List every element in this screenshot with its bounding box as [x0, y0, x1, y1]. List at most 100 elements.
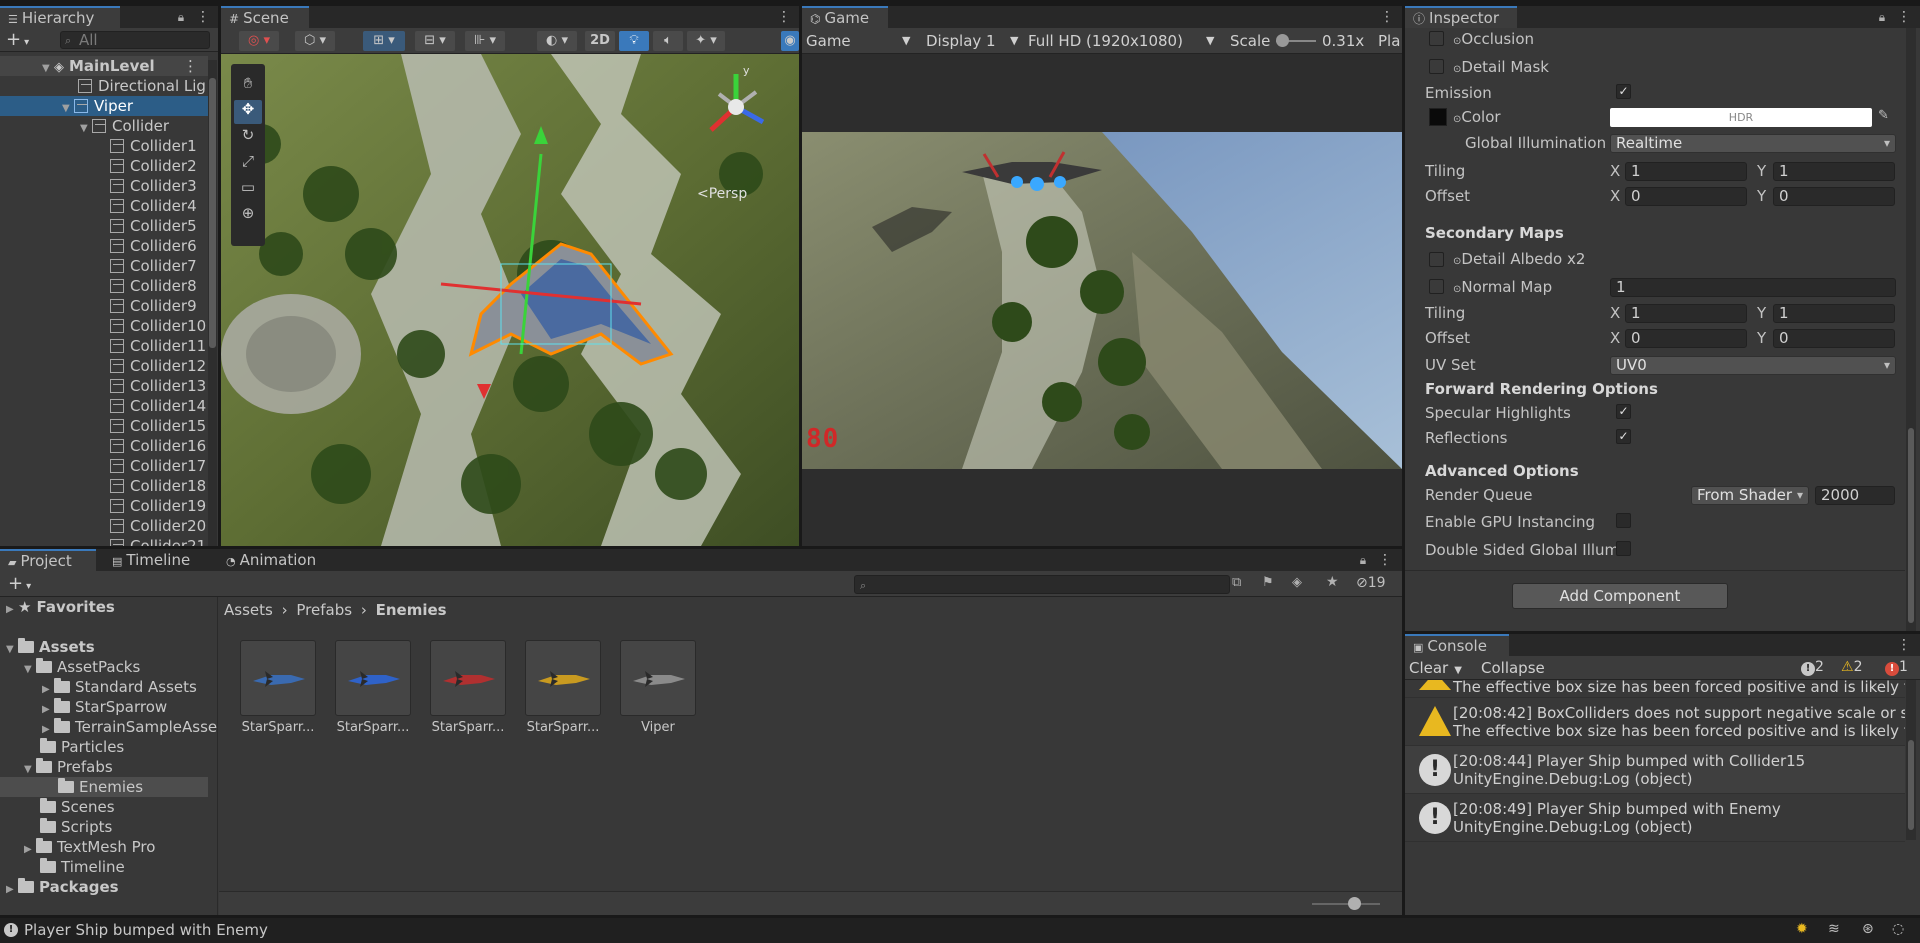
render-queue-source-dropdown[interactable]: From Shader [1691, 486, 1809, 505]
game-mode-dropdown[interactable]: Game ▼ [806, 28, 916, 54]
scene-menu-button[interactable]: ⋮ [777, 8, 791, 26]
specular-highlights-checkbox[interactable]: ✓ [1616, 404, 1631, 419]
normal-map-scale-input[interactable]: 1 [1610, 278, 1896, 297]
rect-tool-icon[interactable]: ▭ [234, 178, 262, 202]
error-filter-toggle[interactable]: ! 1 [1885, 659, 1908, 676]
status-message[interactable]: Player Ship bumped with Enemy [24, 921, 268, 939]
cache-server-icon[interactable]: ≋ [1828, 921, 1840, 937]
tiling2-y-input[interactable]: 1 [1773, 304, 1895, 323]
uv-set-dropdown[interactable]: UV0 [1610, 356, 1896, 375]
hierarchy-item[interactable]: Collider7 [0, 256, 208, 276]
tiling-x-input[interactable]: 1 [1625, 162, 1747, 181]
resolution-dropdown[interactable]: Full HD (1920x1080) ▼ [1028, 28, 1222, 54]
gpu-instancing-checkbox[interactable] [1616, 513, 1631, 528]
scene-camera-button[interactable]: ⬡ ▾ [295, 31, 335, 51]
scale-slider-thumb[interactable] [1276, 34, 1289, 47]
rotate-tool-icon[interactable]: ↻ [234, 126, 262, 150]
detail-mask-slot[interactable] [1429, 59, 1444, 74]
progress-icon[interactable]: ◌ [1892, 921, 1904, 937]
tab-scene[interactable]: # Scene [221, 6, 309, 28]
prefab-thumbnail[interactable] [335, 640, 411, 716]
tab-hierarchy[interactable]: ☰ Hierarchy [0, 6, 120, 28]
hierarchy-item[interactable]: Collider6 [0, 236, 208, 256]
thumbnail-size-slider-thumb[interactable] [1348, 897, 1361, 910]
reflections-checkbox[interactable]: ✓ [1616, 429, 1631, 444]
tab-console[interactable]: ▣ Console [1405, 634, 1509, 656]
hierarchy-item[interactable]: Collider17 [0, 456, 208, 476]
game-menu-button[interactable]: ⋮ [1380, 8, 1394, 26]
console-row-partial[interactable]: The effective box size has been forced p… [1405, 680, 1905, 698]
hierarchy-item[interactable]: Collider19 [0, 496, 208, 516]
scene-menu-icon[interactable]: ⋮ [183, 56, 198, 76]
detail-albedo-slot[interactable] [1429, 252, 1444, 267]
console-menu-button[interactable]: ⋮ [1897, 636, 1911, 654]
double-sided-gi-checkbox[interactable] [1616, 541, 1631, 556]
hierarchy-item[interactable]: Collider21 [0, 536, 208, 546]
lighting-toggle-icon[interactable]: 💡︎ [619, 31, 649, 51]
eyedropper-icon[interactable]: ✎ [1878, 108, 1889, 123]
effects-toggle-icon[interactable]: ✦ ▾ [687, 31, 725, 51]
display-dropdown[interactable]: Display 1 ▼ [926, 28, 1024, 54]
offset-x-input[interactable]: 0 [1625, 187, 1747, 206]
hierarchy-item[interactable]: Collider11 [0, 336, 208, 356]
global-illumination-dropdown[interactable]: Realtime [1610, 134, 1896, 153]
tab-game[interactable]: ⌬ Game [802, 6, 888, 28]
offset2-y-input[interactable]: 0 [1773, 329, 1895, 348]
hierarchy-item[interactable]: Collider16 [0, 436, 208, 456]
console-row[interactable]: [20:08:42] BoxColliders does not support… [1405, 698, 1905, 746]
inspector-scrollbar[interactable] [1906, 28, 1916, 631]
hdr-color-field[interactable]: HDR [1610, 108, 1872, 127]
emission-checkbox[interactable]: ✓ [1616, 84, 1631, 99]
hierarchy-item[interactable]: Collider20 [0, 516, 208, 536]
hierarchy-item[interactable]: Collider1 [0, 136, 208, 156]
tiling-y-input[interactable]: 1 [1773, 162, 1895, 181]
play-mode-dropdown[interactable]: Pla [1378, 28, 1400, 54]
scale-tool-icon[interactable]: ⤢ [234, 152, 262, 176]
prefab-thumbnail[interactable] [430, 640, 506, 716]
draw-mode-button[interactable]: ◎ ▾ [239, 31, 279, 51]
hierarchy-scrollbar[interactable] [208, 60, 217, 546]
increment-snap-button[interactable]: ⊪ ▾ [465, 31, 505, 51]
transform-tool-icon[interactable]: ⊕ [234, 204, 262, 228]
hierarchy-item[interactable]: Collider9 [0, 296, 208, 316]
auto-generate-lighting-icon[interactable]: ⊛ [1862, 921, 1874, 937]
hierarchy-item[interactable]: Collider10 [0, 316, 208, 336]
console-scrollbar[interactable] [1906, 680, 1916, 840]
hierarchy-item[interactable]: Collider14 [0, 396, 208, 416]
tiling2-x-input[interactable]: 1 [1625, 304, 1747, 323]
hierarchy-item[interactable]: ▼ Collider [0, 116, 208, 136]
scrollbar-thumb[interactable] [1908, 740, 1914, 830]
toggle-2d-button[interactable]: 2D [585, 31, 615, 51]
hierarchy-menu-button[interactable]: ⋮ [196, 8, 210, 26]
hierarchy-item[interactable]: Collider5 [0, 216, 208, 236]
visibility-toggle-icon[interactable]: ◉ [781, 31, 799, 51]
prefab-thumbnail[interactable] [240, 640, 316, 716]
snap-settings-button[interactable]: ⊟ ▾ [415, 31, 455, 51]
hierarchy-item[interactable]: Collider13 [0, 376, 208, 396]
console-row[interactable]: ! [20:08:49] Player Ship bumped with Ene… [1405, 794, 1905, 842]
warning-filter-toggle[interactable]: ⚠2 [1841, 659, 1862, 675]
add-component-button[interactable]: Add Component [1512, 583, 1728, 609]
offset2-x-input[interactable]: 0 [1625, 329, 1747, 348]
clear-button[interactable]: Clear ▼ [1409, 659, 1462, 677]
hierarchy-item[interactable]: Directional Lig [0, 76, 208, 96]
tab-inspector[interactable]: ⓘ Inspector [1405, 6, 1517, 28]
hierarchy-item[interactable]: Collider12 [0, 356, 208, 376]
scrollbar-thumb[interactable] [209, 78, 216, 348]
prefab-thumbnail[interactable] [525, 640, 601, 716]
hierarchy-item[interactable]: Collider18 [0, 476, 208, 496]
hierarchy-item[interactable]: Collider3 [0, 176, 208, 196]
offset-y-input[interactable]: 0 [1773, 187, 1895, 206]
scene-row[interactable]: ▼ ◈ MainLevel ⋮ [0, 56, 208, 76]
hierarchy-item[interactable]: Collider2 [0, 156, 208, 176]
lock-icon[interactable]: 🔒︎ [174, 9, 188, 25]
shading-mode-button[interactable]: ◐ ▾ [537, 31, 577, 51]
lock-icon[interactable]: 🔒︎ [1875, 9, 1889, 25]
occlusion-map-slot[interactable] [1429, 31, 1444, 46]
render-queue-input[interactable]: 2000 [1815, 486, 1895, 505]
move-tool-icon[interactable]: ✥ [234, 100, 262, 124]
thumbnail-size-slider[interactable] [1312, 897, 1380, 910]
audio-toggle-icon[interactable]: 🔈︎ [653, 31, 683, 51]
hierarchy-search-input[interactable]: ⌕ All [60, 31, 210, 49]
hierarchy-item-selected[interactable]: ▼ Viper [0, 96, 208, 116]
